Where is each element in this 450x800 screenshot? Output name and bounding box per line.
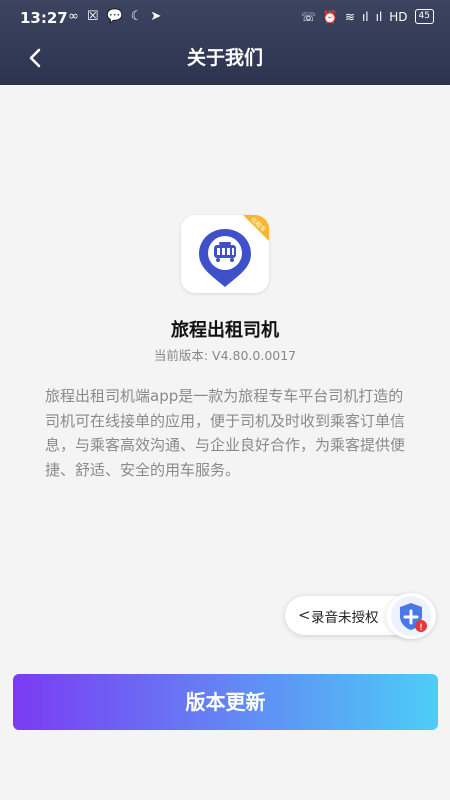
infinity-icon: ∞ — [68, 9, 79, 24]
security-shield-button[interactable]: ! — [386, 593, 436, 639]
app-description: 旅程出租司机端app是一款为旅程专车平台司机打造的司机可在线接单的应用，便于司机… — [45, 387, 406, 479]
svg-text:!: ! — [420, 622, 423, 632]
version-label: 当前版本: V4.80.0.0017 — [153, 348, 297, 363]
page-title: 关于我们 — [186, 47, 263, 69]
alarm-icon: ⏰ — [322, 9, 338, 24]
app-name: 旅程出租司机 — [171, 320, 279, 341]
status-right-icons: ☏ ⏰ ≋ ıl ıl HD 45 — [301, 9, 434, 24]
chevron-left-icon — [29, 48, 41, 68]
back-button[interactable] — [22, 44, 50, 72]
version-update-button[interactable]: 版本更新 — [13, 674, 438, 730]
location-icon: ➤ — [150, 9, 162, 24]
signal-icon: ıl — [361, 9, 369, 24]
wifi-icon: ≋ — [344, 9, 355, 24]
status-left-icons: ∞ ☒ 💬 ☾ ➤ — [68, 9, 161, 24]
status-bar: 13:27 ∞ ☒ 💬 ☾ ➤ ☏ ⏰ ≋ ıl ıl HD 45 — [0, 0, 450, 34]
app-header: 13:27 ∞ ☒ 💬 ☾ ➤ ☏ ⏰ ≋ ıl ıl HD 45 关于我们 — [0, 0, 450, 85]
taxi-logo-icon: 出租车 — [199, 215, 269, 287]
phone-icon: ☏ — [300, 9, 316, 24]
signal-icon-2: ıl — [375, 9, 383, 24]
chevron-left-icon: < — [298, 606, 311, 624]
shield-icon: ! — [391, 596, 431, 636]
status-time: 13:27 — [20, 9, 68, 27]
message-icon: 💬 — [106, 9, 123, 24]
recording-permission-label: 录音未授权 — [311, 610, 379, 626]
hd-icon: HD — [389, 9, 408, 24]
moon-icon: ☾ — [130, 9, 143, 24]
battery-icon: 45 — [414, 9, 434, 24]
app-logo: 出租车 — [181, 215, 269, 293]
notification-icon: ☒ — [86, 9, 99, 24]
